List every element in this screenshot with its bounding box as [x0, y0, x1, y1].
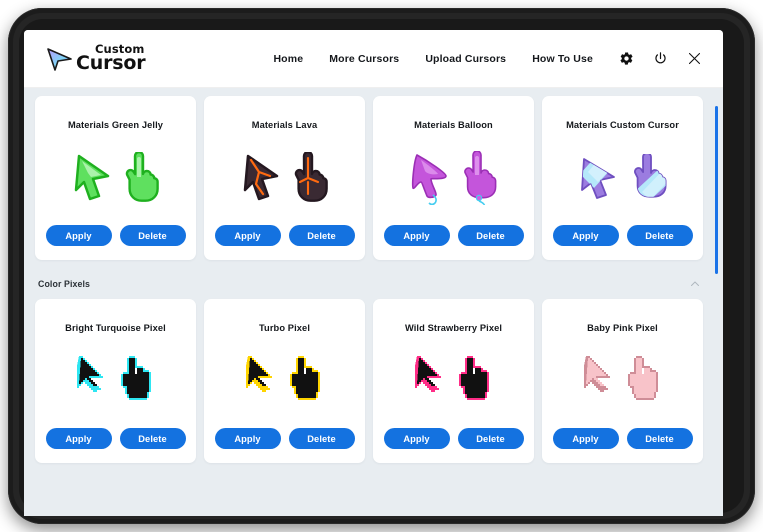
card-title: Baby Pink Pixel: [587, 323, 658, 333]
materials-card-grid: Materials Green Jelly Apply Delete Mater…: [24, 88, 723, 260]
pixel-cursor-yellow-art: [204, 333, 365, 428]
nav-item-home[interactable]: Home: [273, 53, 303, 65]
settings-button[interactable]: [615, 48, 637, 70]
delete-button[interactable]: Delete: [457, 428, 524, 449]
delete-button[interactable]: Delete: [626, 428, 693, 449]
cursor-card[interactable]: Materials Balloon Apply Delete: [373, 96, 534, 260]
apply-button[interactable]: Apply: [383, 225, 450, 246]
power-button[interactable]: [649, 48, 671, 70]
green-jelly-cursor-art: [35, 130, 196, 225]
delete-button[interactable]: Delete: [119, 225, 186, 246]
cursor-card[interactable]: Materials Lava Apply Delete: [204, 96, 365, 260]
lava-cursor-art: [204, 130, 365, 225]
cursor-card[interactable]: Materials Custom Cursor Apply Delete: [542, 96, 703, 260]
app-header: Custom Cursor Home More Cursors Upload C…: [24, 30, 723, 88]
cursor-card[interactable]: Materials Green Jelly Apply Delete: [35, 96, 196, 260]
card-title: Materials Lava: [251, 120, 318, 130]
brand-logo[interactable]: Custom Cursor: [45, 42, 164, 74]
cursor-arrow-icon: [47, 47, 72, 71]
cursor-card[interactable]: Baby Pink Pixel Apply Delete: [542, 299, 703, 463]
delete-button[interactable]: Delete: [288, 225, 355, 246]
apply-button[interactable]: Apply: [552, 428, 619, 449]
card-actions: Apply Delete: [383, 225, 524, 246]
brand-word-cursor: Cursor: [76, 51, 146, 74]
apply-button[interactable]: Apply: [383, 428, 450, 449]
section-header-color-pixels[interactable]: Color Pixels: [24, 269, 723, 299]
nav-item-how-to-use[interactable]: How To Use: [532, 53, 593, 65]
apply-button[interactable]: Apply: [214, 428, 281, 449]
card-actions: Apply Delete: [45, 428, 186, 449]
pixel-cursor-babypink-art: [542, 333, 703, 428]
apply-button[interactable]: Apply: [552, 225, 619, 246]
card-title: Bright Turquoise Pixel: [65, 323, 166, 333]
cursor-card[interactable]: Wild Strawberry Pixel Apply Delete: [373, 299, 534, 463]
cursor-card[interactable]: Turbo Pixel Apply Delete: [204, 299, 365, 463]
cursor-card[interactable]: Bright Turquoise Pixel Apply Delete: [35, 299, 196, 463]
main-navigation: Home More Cursors Upload Cursors How To …: [273, 48, 723, 70]
delete-button[interactable]: Delete: [288, 428, 355, 449]
nav-item-more-cursors[interactable]: More Cursors: [329, 53, 399, 65]
card-title: Wild Strawberry Pixel: [404, 323, 503, 333]
apply-button[interactable]: Apply: [45, 225, 112, 246]
section-title: Color Pixels: [38, 279, 91, 289]
power-icon: [654, 52, 666, 64]
apply-button[interactable]: Apply: [45, 428, 112, 449]
close-icon: [688, 52, 700, 65]
delete-button[interactable]: Delete: [119, 428, 186, 449]
pixel-cursor-turquoise-art: [35, 333, 196, 428]
card-actions: Apply Delete: [383, 428, 524, 449]
card-title: Materials Custom Cursor: [566, 120, 679, 130]
chevron-up-icon[interactable]: [689, 278, 701, 290]
card-actions: Apply Delete: [214, 225, 355, 246]
content-scroll-area[interactable]: Materials Green Jelly Apply Delete Mater…: [24, 88, 723, 516]
card-title: Materials Balloon: [414, 120, 493, 130]
scrollbar-thumb[interactable]: [715, 106, 718, 274]
delete-button[interactable]: Delete: [626, 225, 693, 246]
card-title: Materials Green Jelly: [67, 120, 164, 130]
card-actions: Apply Delete: [45, 225, 186, 246]
app-screen: Custom Cursor Home More Cursors Upload C…: [24, 30, 723, 516]
card-actions: Apply Delete: [552, 225, 693, 246]
brand-wordmark: Custom Cursor: [76, 42, 164, 74]
card-actions: Apply Delete: [214, 428, 355, 449]
vertical-scrollbar[interactable]: [713, 88, 720, 516]
card-actions: Apply Delete: [552, 428, 693, 449]
pixel-cursor-pink-art: [373, 333, 534, 428]
balloon-cursor-art: [373, 130, 534, 225]
card-title: Turbo Pixel: [258, 323, 311, 333]
apply-button[interactable]: Apply: [214, 225, 281, 246]
custom-cursor-art: [542, 130, 703, 225]
color-pixels-card-grid: Bright Turquoise Pixel Apply Delete Turb…: [24, 299, 723, 463]
gear-icon: [620, 52, 632, 65]
delete-button[interactable]: Delete: [457, 225, 524, 246]
close-button[interactable]: [683, 48, 705, 70]
nav-item-upload-cursors[interactable]: Upload Cursors: [425, 53, 506, 65]
